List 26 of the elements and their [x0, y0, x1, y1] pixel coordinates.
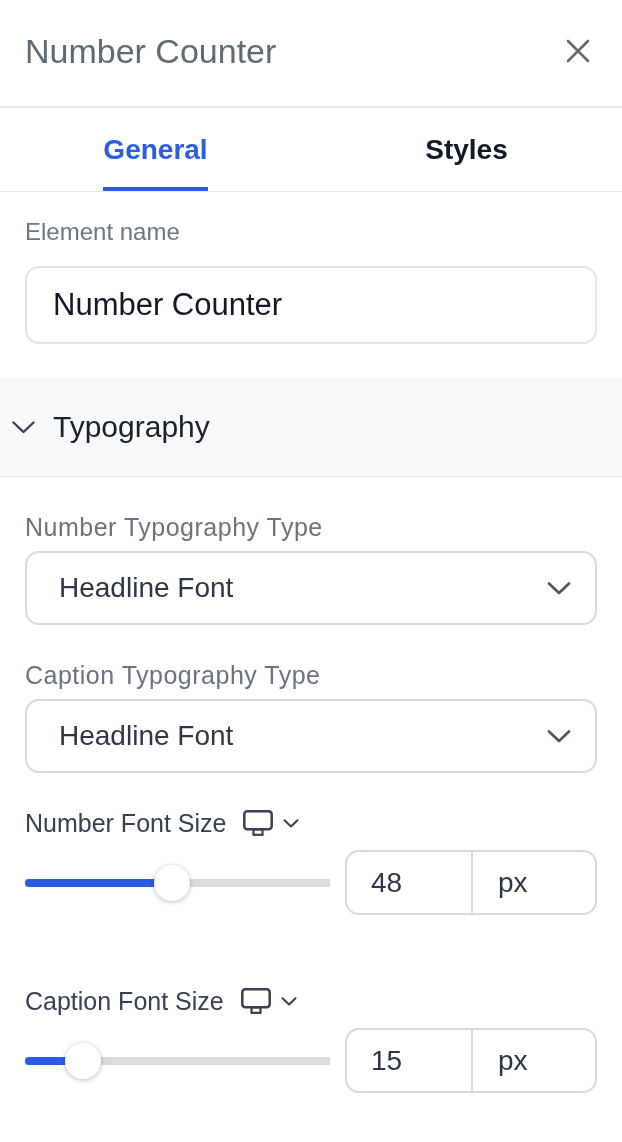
field-label: Element name — [25, 218, 181, 246]
field-label: Number Font Size — [25, 808, 227, 838]
chevron-icon — [12, 420, 35, 434]
number-input[interactable]: 48 — [345, 850, 471, 915]
slider-thumb[interactable] — [154, 864, 191, 901]
field-label: Number Typography Type — [25, 513, 324, 541]
close-icon[interactable] — [566, 39, 590, 63]
chevron-icon — [547, 581, 571, 595]
monitor-icon[interactable] — [240, 988, 271, 1014]
monitor-icon[interactable] — [243, 810, 274, 836]
tab[interactable]: General — [103, 134, 208, 191]
select-field[interactable]: Headline Font — [25, 551, 597, 625]
section-header[interactable]: Typography — [0, 378, 622, 477]
slider-thumb[interactable] — [65, 1042, 102, 1079]
number-input[interactable]: 15 — [345, 1028, 471, 1093]
field-label: Caption Typography Type — [25, 661, 322, 689]
chevron-icon — [547, 729, 571, 743]
text-input[interactable]: Number Counter — [25, 266, 597, 344]
field-label: Caption Font Size — [25, 986, 224, 1016]
caret-icon[interactable] — [280, 996, 297, 1006]
unit-label: px — [471, 1028, 597, 1093]
panel-title: Number Counter — [25, 31, 277, 71]
unit-label: px — [471, 850, 597, 915]
caret-icon[interactable] — [283, 818, 300, 828]
select-field[interactable]: Headline Font — [25, 699, 597, 773]
tab[interactable]: Styles — [425, 134, 508, 191]
